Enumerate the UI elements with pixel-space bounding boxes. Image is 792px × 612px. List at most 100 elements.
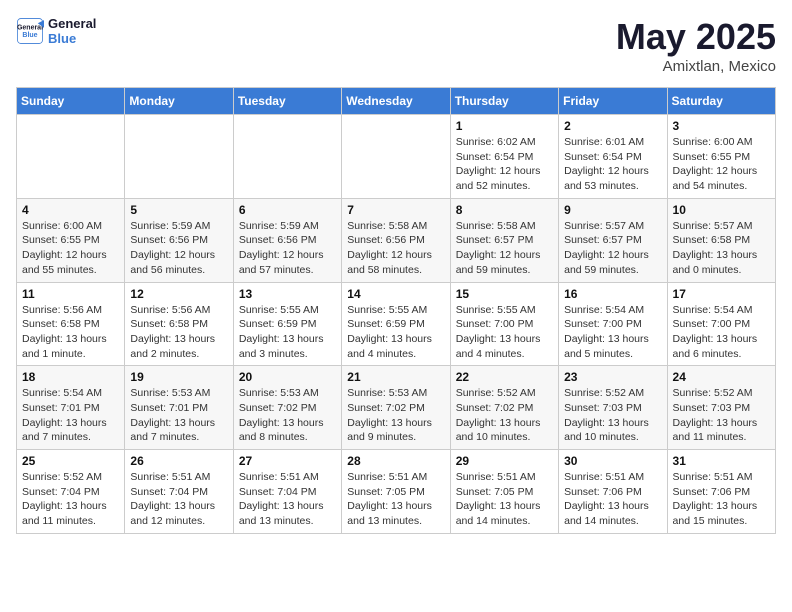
cell-day-info: Sunrise: 5:53 AM Sunset: 7:02 PM Dayligh… (347, 386, 444, 445)
cell-day-info: Sunrise: 6:02 AM Sunset: 6:54 PM Dayligh… (456, 135, 553, 194)
cell-day-number: 9 (564, 203, 661, 217)
cell-day-number: 24 (673, 370, 770, 384)
cell-day-info: Sunrise: 5:54 AM Sunset: 7:00 PM Dayligh… (564, 303, 661, 362)
calendar-cell: 31 Sunrise: 5:51 AM Sunset: 7:06 PM Dayli… (667, 450, 775, 534)
logo-blue: Blue (48, 31, 96, 46)
day-header-wednesday: Wednesday (342, 88, 450, 115)
cell-day-number: 20 (239, 370, 336, 384)
calendar-cell: 2 Sunrise: 6:01 AM Sunset: 6:54 PM Daylig… (559, 115, 667, 199)
calendar-week-row: 1Sunrise: 6:02 AM Sunset: 6:54 PM Daylig… (17, 115, 776, 199)
cell-day-info: Sunrise: 5:51 AM Sunset: 7:06 PM Dayligh… (673, 470, 770, 529)
calendar-cell: 9 Sunrise: 5:57 AM Sunset: 6:57 PM Daylig… (559, 198, 667, 282)
cell-day-info: Sunrise: 5:53 AM Sunset: 7:01 PM Dayligh… (130, 386, 227, 445)
calendar-header-row: SundayMondayTuesdayWednesdayThursdayFrid… (17, 88, 776, 115)
calendar-week-row: 11 Sunrise: 5:56 AM Sunset: 6:58 PM Dayli… (17, 282, 776, 366)
calendar-title: May 2025 (616, 16, 776, 58)
cell-day-info: Sunrise: 5:55 AM Sunset: 6:59 PM Dayligh… (347, 303, 444, 362)
cell-day-info: Sunrise: 6:00 AM Sunset: 6:55 PM Dayligh… (673, 135, 770, 194)
cell-day-number: 13 (239, 287, 336, 301)
cell-day-info: Sunrise: 5:58 AM Sunset: 6:56 PM Dayligh… (347, 219, 444, 278)
cell-day-number: 28 (347, 454, 444, 468)
cell-day-info: Sunrise: 5:57 AM Sunset: 6:58 PM Dayligh… (673, 219, 770, 278)
calendar-cell: 15Sunrise: 5:55 AM Sunset: 7:00 PM Dayli… (450, 282, 558, 366)
cell-day-number: 6 (239, 203, 336, 217)
calendar-week-row: 18 Sunrise: 5:54 AM Sunset: 7:01 PM Dayli… (17, 366, 776, 450)
cell-day-number: 2 (564, 119, 661, 133)
calendar-week-row: 25Sunrise: 5:52 AM Sunset: 7:04 PM Dayli… (17, 450, 776, 534)
cell-day-info: Sunrise: 5:56 AM Sunset: 6:58 PM Dayligh… (130, 303, 227, 362)
cell-day-number: 26 (130, 454, 227, 468)
cell-day-info: Sunrise: 5:52 AM Sunset: 7:03 PM Dayligh… (673, 386, 770, 445)
cell-day-info: Sunrise: 5:55 AM Sunset: 7:00 PM Dayligh… (456, 303, 553, 362)
svg-text:Blue: Blue (22, 32, 37, 39)
cell-day-info: Sunrise: 5:59 AM Sunset: 6:56 PM Dayligh… (239, 219, 336, 278)
calendar-cell: 20 Sunrise: 5:53 AM Sunset: 7:02 PM Dayli… (233, 366, 341, 450)
cell-day-info: Sunrise: 6:01 AM Sunset: 6:54 PM Dayligh… (564, 135, 661, 194)
cell-day-number: 23 (564, 370, 661, 384)
calendar-cell: 25Sunrise: 5:52 AM Sunset: 7:04 PM Dayli… (17, 450, 125, 534)
calendar-cell: 7 Sunrise: 5:58 AM Sunset: 6:56 PM Daylig… (342, 198, 450, 282)
cell-day-number: 18 (22, 370, 119, 384)
calendar-cell: 23 Sunrise: 5:52 AM Sunset: 7:03 PM Dayli… (559, 366, 667, 450)
cell-day-info: Sunrise: 5:54 AM Sunset: 7:00 PM Dayligh… (673, 303, 770, 362)
day-header-thursday: Thursday (450, 88, 558, 115)
calendar-cell: 18 Sunrise: 5:54 AM Sunset: 7:01 PM Dayli… (17, 366, 125, 450)
calendar-cell (17, 115, 125, 199)
cell-day-number: 10 (673, 203, 770, 217)
calendar-cell: 10 Sunrise: 5:57 AM Sunset: 6:58 PM Dayli… (667, 198, 775, 282)
calendar-cell: 29 Sunrise: 5:51 AM Sunset: 7:05 PM Dayli… (450, 450, 558, 534)
cell-day-info: Sunrise: 5:51 AM Sunset: 7:04 PM Dayligh… (239, 470, 336, 529)
calendar-cell: 28Sunrise: 5:51 AM Sunset: 7:05 PM Dayli… (342, 450, 450, 534)
calendar-cell: 1Sunrise: 6:02 AM Sunset: 6:54 PM Daylig… (450, 115, 558, 199)
cell-day-number: 29 (456, 454, 553, 468)
cell-day-number: 12 (130, 287, 227, 301)
cell-day-info: Sunrise: 5:52 AM Sunset: 7:02 PM Dayligh… (456, 386, 553, 445)
cell-day-info: Sunrise: 5:59 AM Sunset: 6:56 PM Dayligh… (130, 219, 227, 278)
calendar-table: SundayMondayTuesdayWednesdayThursdayFrid… (16, 87, 776, 534)
cell-day-number: 17 (673, 287, 770, 301)
cell-day-number: 30 (564, 454, 661, 468)
calendar-cell: 4 Sunrise: 6:00 AM Sunset: 6:55 PM Daylig… (17, 198, 125, 282)
cell-day-info: Sunrise: 5:52 AM Sunset: 7:03 PM Dayligh… (564, 386, 661, 445)
calendar-cell: 24 Sunrise: 5:52 AM Sunset: 7:03 PM Dayli… (667, 366, 775, 450)
cell-day-info: Sunrise: 5:57 AM Sunset: 6:57 PM Dayligh… (564, 219, 661, 278)
cell-day-number: 14 (347, 287, 444, 301)
cell-day-number: 7 (347, 203, 444, 217)
calendar-cell: 11 Sunrise: 5:56 AM Sunset: 6:58 PM Dayli… (17, 282, 125, 366)
calendar-cell: 16Sunrise: 5:54 AM Sunset: 7:00 PM Dayli… (559, 282, 667, 366)
calendar-cell: 14 Sunrise: 5:55 AM Sunset: 6:59 PM Dayli… (342, 282, 450, 366)
calendar-cell: 6 Sunrise: 5:59 AM Sunset: 6:56 PM Daylig… (233, 198, 341, 282)
cell-day-number: 21 (347, 370, 444, 384)
calendar-cell (233, 115, 341, 199)
day-header-monday: Monday (125, 88, 233, 115)
logo: General Blue General Blue (16, 16, 96, 46)
cell-day-number: 31 (673, 454, 770, 468)
calendar-cell: 8Sunrise: 5:58 AM Sunset: 6:57 PM Daylig… (450, 198, 558, 282)
calendar-cell: 21 Sunrise: 5:53 AM Sunset: 7:02 PM Dayli… (342, 366, 450, 450)
day-header-sunday: Sunday (17, 88, 125, 115)
cell-day-number: 8 (456, 203, 553, 217)
title-block: May 2025 Amixtlan, Mexico (616, 16, 776, 75)
cell-day-number: 22 (456, 370, 553, 384)
cell-day-info: Sunrise: 5:54 AM Sunset: 7:01 PM Dayligh… (22, 386, 119, 445)
calendar-subtitle: Amixtlan, Mexico (616, 58, 776, 75)
cell-day-info: Sunrise: 5:56 AM Sunset: 6:58 PM Dayligh… (22, 303, 119, 362)
cell-day-info: Sunrise: 5:51 AM Sunset: 7:04 PM Dayligh… (130, 470, 227, 529)
calendar-cell: 30Sunrise: 5:51 AM Sunset: 7:06 PM Dayli… (559, 450, 667, 534)
cell-day-number: 3 (673, 119, 770, 133)
day-header-saturday: Saturday (667, 88, 775, 115)
cell-day-info: Sunrise: 5:51 AM Sunset: 7:05 PM Dayligh… (456, 470, 553, 529)
cell-day-info: Sunrise: 6:00 AM Sunset: 6:55 PM Dayligh… (22, 219, 119, 278)
calendar-cell (342, 115, 450, 199)
cell-day-number: 11 (22, 287, 119, 301)
cell-day-number: 27 (239, 454, 336, 468)
cell-day-number: 5 (130, 203, 227, 217)
calendar-cell: 19Sunrise: 5:53 AM Sunset: 7:01 PM Dayli… (125, 366, 233, 450)
cell-day-info: Sunrise: 5:53 AM Sunset: 7:02 PM Dayligh… (239, 386, 336, 445)
page-header: General Blue General Blue May 2025 Amixt… (16, 16, 776, 75)
calendar-cell (125, 115, 233, 199)
cell-day-info: Sunrise: 5:55 AM Sunset: 6:59 PM Dayligh… (239, 303, 336, 362)
svg-text:General: General (17, 24, 43, 31)
calendar-cell: 3 Sunrise: 6:00 AM Sunset: 6:55 PM Daylig… (667, 115, 775, 199)
cell-day-number: 4 (22, 203, 119, 217)
